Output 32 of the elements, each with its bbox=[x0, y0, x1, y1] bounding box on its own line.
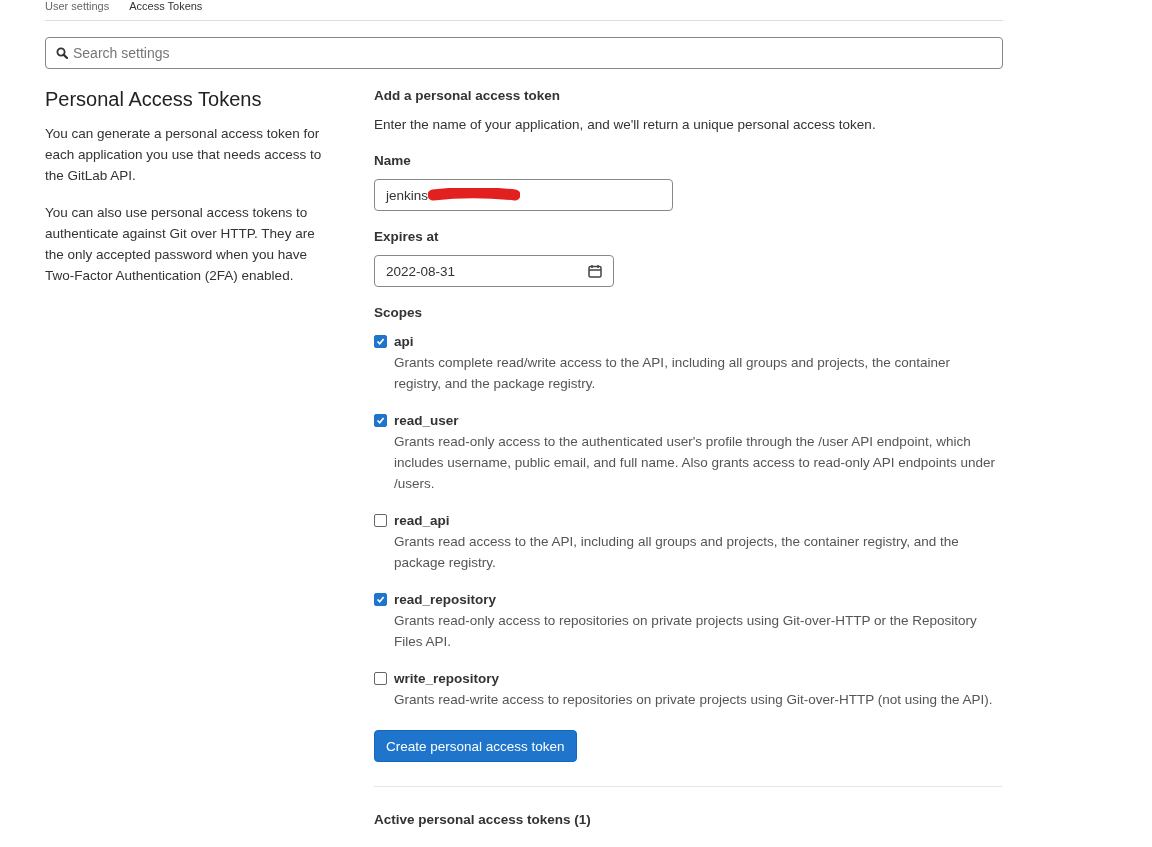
scope-name: read_repository bbox=[394, 591, 498, 609]
search-field[interactable]: Search settings bbox=[45, 37, 1003, 69]
scope-description: Grants read-write access to repositories on private projects using Git-over-HTTP (not using the API). bbox=[394, 691, 994, 709]
scope-name: write_repository bbox=[394, 670, 501, 688]
scope-description: Grants read access to the API, including all groups and projects, the container registry, and the package registry. bbox=[394, 533, 960, 572]
breadcrumb-link[interactable]: User settings bbox=[45, 0, 110, 15]
checkbox[interactable] bbox=[374, 672, 387, 685]
breadcrumb-link[interactable]: Access Tokens bbox=[129, 0, 203, 15]
scope-name: api bbox=[394, 333, 415, 351]
form-description: Enter the name of your application, and we'll return a unique personal access token. bbox=[374, 116, 877, 134]
field-label: Expires at bbox=[374, 228, 440, 246]
field-label: Name bbox=[374, 152, 412, 170]
section-description: You can also use personal access tokens to authenticate against Git over HTTP. They are the only accepted password when you have Two-Factor Authentication (2FA) enabled. bbox=[45, 204, 316, 285]
create-token-button[interactable]: Create personal access token bbox=[374, 730, 577, 762]
checkbox[interactable] bbox=[374, 414, 387, 427]
section-description: You can generate a personal access token for each application you use that needs access to the GitLab API. bbox=[45, 125, 323, 185]
scope-name: read_api bbox=[394, 512, 451, 530]
scope-description: Grants read-only access to the authenticated user's profile through the /user API endpoint, which includes username, public email, and full name. Also grants access to read-only API endpoints under /users. bbox=[394, 433, 997, 493]
scope-description: Grants complete read/write access to the API, including all groups and projects, the container registry, and the package registry. bbox=[394, 354, 952, 393]
checkbox[interactable] bbox=[374, 335, 387, 348]
field-label: Scopes bbox=[374, 304, 424, 322]
search-icon bbox=[56, 47, 68, 59]
scope-description: Grants read-only access to repositories on private projects using Git-over-HTTP or the Repository Files API. bbox=[394, 612, 978, 651]
checkbox[interactable] bbox=[374, 593, 387, 606]
checkbox[interactable] bbox=[374, 514, 387, 527]
form-title: Add a personal access token bbox=[374, 87, 562, 105]
calendar-icon bbox=[588, 264, 602, 278]
date-field[interactable]: 2022-08-31 bbox=[374, 255, 614, 287]
name-field[interactable]: jenkins bbox=[374, 179, 673, 211]
scope-name: read_user bbox=[394, 412, 460, 430]
active-tokens-title: Active personal access tokens (1) bbox=[374, 811, 592, 829]
section-title: Personal Access Tokens bbox=[45, 87, 263, 112]
